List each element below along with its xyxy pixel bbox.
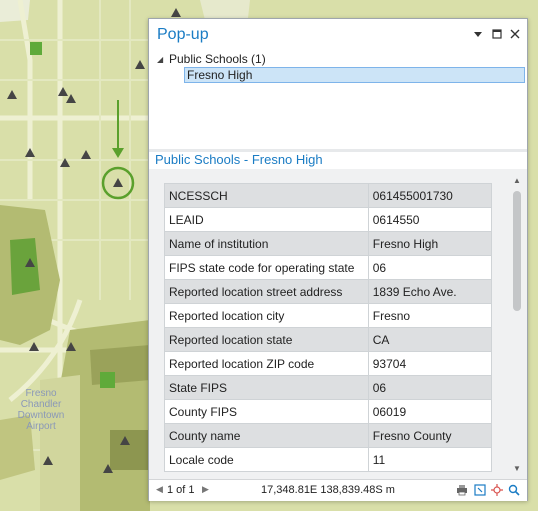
attribute-field-value: 11 xyxy=(367,447,493,472)
attribute-field-name: Name of institution xyxy=(164,231,369,256)
attribute-field-value: 93704 xyxy=(367,351,493,376)
tree-feature-item[interactable]: Fresno High xyxy=(184,67,525,83)
attribute-field-value: 06 xyxy=(367,255,493,280)
attribute-field-value: 06 xyxy=(367,375,493,400)
attribute-field-name: LEAID xyxy=(164,207,369,232)
attribute-field-name: NCESSCH xyxy=(164,183,369,208)
zoom-to-icon[interactable] xyxy=(473,483,487,497)
popup-title: Pop-up xyxy=(157,26,209,43)
attribute-field-value: 06019 xyxy=(367,399,493,424)
vertical-scrollbar[interactable]: ▲ ▼ xyxy=(511,171,523,477)
popup-titlebar[interactable]: Pop-up xyxy=(149,19,527,49)
scroll-up-icon[interactable]: ▲ xyxy=(511,175,523,187)
table-row[interactable]: NCESSCH 061455001730 xyxy=(164,183,493,208)
flash-icon[interactable] xyxy=(490,483,504,497)
attribute-field-value: Fresno High xyxy=(367,231,493,256)
attribute-field-name: Reported location state xyxy=(164,327,369,352)
attribute-field-value: 1839 Echo Ave. xyxy=(367,279,493,304)
table-row[interactable]: County FIPS 06019 xyxy=(164,399,493,424)
attribute-field-name: State FIPS xyxy=(164,375,369,400)
table-row[interactable]: Reported location ZIP code 93704 xyxy=(164,351,493,376)
attribute-field-name: Reported location street address xyxy=(164,279,369,304)
popup-window: Pop-up ◢ Public Schools (1) Fresno High … xyxy=(148,18,528,501)
chevron-down-icon[interactable] xyxy=(471,27,485,41)
table-row[interactable]: Reported location state CA xyxy=(164,327,493,352)
scroll-thumb[interactable] xyxy=(513,191,521,311)
attribute-field-name: Reported location ZIP code xyxy=(164,351,369,376)
close-icon[interactable] xyxy=(508,27,522,41)
attribute-field-value: 0614550 xyxy=(367,207,493,232)
tree-layer-item[interactable]: Public Schools (1) xyxy=(169,52,266,66)
table-row[interactable]: Locale code 11 xyxy=(164,447,493,472)
table-row[interactable]: Reported location street address 1839 Ech… xyxy=(164,279,493,304)
attribute-field-name: County name xyxy=(164,423,369,448)
status-bar: ◀ 1 of 1 ▶ 17,348.81E 138,839.48S m xyxy=(149,479,527,501)
table-row[interactable]: LEAID 0614550 xyxy=(164,207,493,232)
print-icon[interactable] xyxy=(455,483,469,497)
record-count: 1 of 1 xyxy=(167,484,195,496)
table-row[interactable]: Reported location city Fresno xyxy=(164,303,493,328)
table-row[interactable]: State FIPS 06 xyxy=(164,375,493,400)
attribute-table: NCESSCH 061455001730 LEAID 0614550 Name of i… xyxy=(164,183,493,472)
attribute-field-value: Fresno xyxy=(367,303,493,328)
restore-icon[interactable] xyxy=(490,27,504,41)
previous-record-icon[interactable]: ◀ xyxy=(156,484,163,495)
table-row[interactable]: County name Fresno County xyxy=(164,423,493,448)
attribute-field-name: County FIPS xyxy=(164,399,369,424)
table-row[interactable]: Name of institution Fresno High xyxy=(164,231,493,256)
attribute-field-value: Fresno County xyxy=(367,423,493,448)
next-record-icon[interactable]: ▶ xyxy=(202,484,209,495)
table-row[interactable]: FIPS state code for operating state 06 xyxy=(164,255,493,280)
attribute-field-value: CA xyxy=(367,327,493,352)
coordinates-readout: 17,348.81E 138,839.48S m xyxy=(261,484,395,496)
attribute-field-name: Reported location city xyxy=(164,303,369,328)
attribute-field-name: Locale code xyxy=(164,447,369,472)
attribute-field-value: 061455001730 xyxy=(367,183,493,208)
feature-tree: ◢ Public Schools (1) Fresno High xyxy=(149,49,527,149)
scroll-down-icon[interactable]: ▼ xyxy=(511,463,523,475)
airport-label: Fresno Chandler Downtown Airport xyxy=(17,388,65,432)
detail-title: Public Schools - Fresno High xyxy=(155,152,323,167)
attribute-field-name: FIPS state code for operating state xyxy=(164,255,369,280)
search-icon[interactable] xyxy=(507,483,521,497)
tree-expand-icon[interactable]: ◢ xyxy=(157,55,163,64)
